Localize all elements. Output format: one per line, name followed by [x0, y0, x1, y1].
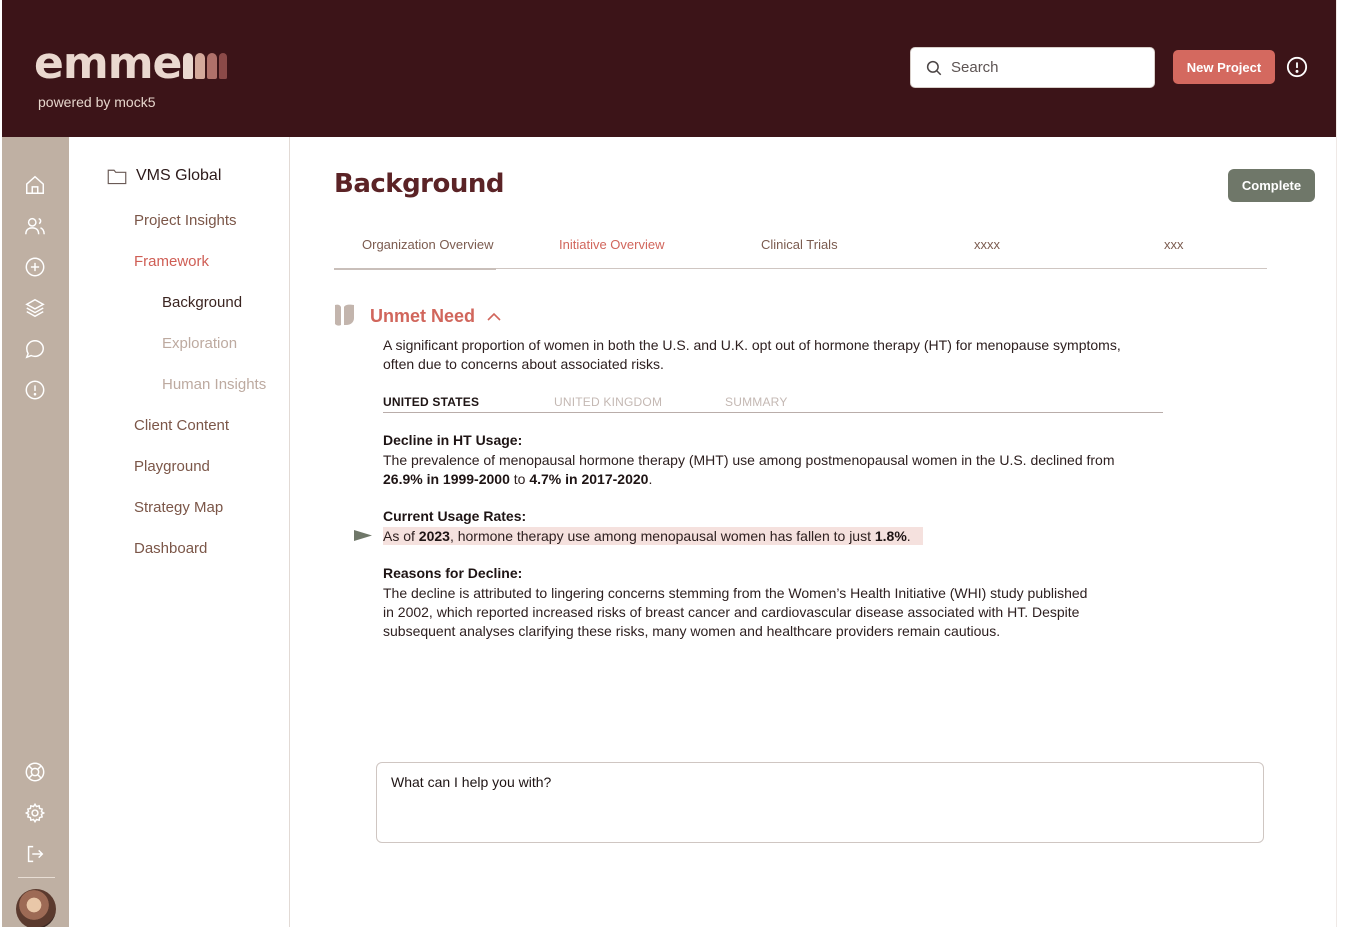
project-folder[interactable]: VMS Global [107, 167, 221, 185]
logo-mark [183, 53, 228, 79]
nav-item-project-insights[interactable]: Project Insights [134, 212, 237, 229]
reasons-line: The decline is attributed to lingering c… [383, 585, 1088, 601]
reasons-heading: Reasons for Decline: [383, 565, 523, 581]
intro-line: A significant proportion of women in bot… [383, 337, 1121, 353]
alert-circle-icon[interactable] [24, 379, 46, 401]
avatar[interactable] [16, 889, 56, 927]
icon-rail [2, 137, 69, 927]
chat-input[interactable] [391, 774, 1249, 829]
current-heading: Current Usage Rates: [383, 508, 527, 524]
layers-icon[interactable] [24, 297, 46, 319]
current-text-end: . [906, 528, 911, 544]
alert-circle-icon[interactable] [1286, 56, 1308, 78]
home-icon[interactable] [24, 174, 46, 196]
secondary-nav: VMS Global Project Insights Framework Ba… [69, 137, 290, 927]
logo-text: emme [34, 38, 182, 89]
reasons-text: The decline is attributed to lingering c… [383, 584, 1173, 641]
search-input[interactable] [951, 59, 1141, 76]
intro-line: often due to concerns about associated r… [383, 356, 664, 372]
rail-divider [18, 877, 55, 878]
decline-stat-1999: 26.9% in 1999-2000 [383, 471, 510, 487]
nav-item-human-insights[interactable]: Human Insights [162, 376, 266, 393]
plus-circle-icon[interactable] [24, 256, 46, 278]
nav-item-dashboard[interactable]: Dashboard [134, 540, 207, 557]
current-year: 2023 [418, 528, 450, 544]
complete-button[interactable]: Complete [1228, 169, 1315, 202]
project-name: VMS Global [136, 167, 222, 184]
page-title: Background [334, 169, 505, 199]
reasons-line: subsequent analyses clarifying these ris… [383, 623, 1001, 639]
logout-icon[interactable] [24, 843, 46, 865]
section-logo-icon [335, 304, 354, 326]
top-header: emme powered by mock5 New Project [2, 0, 1336, 137]
decline-stat-2017: 4.7% in 2017-2020 [529, 471, 649, 487]
current-text: As of 2023, hormone therapy use among me… [383, 527, 1173, 546]
tab-united-states[interactable]: UNITED STATES [383, 395, 479, 409]
pointer-arrow-icon [354, 530, 372, 541]
tab-initiative-overview[interactable]: Initiative Overview [559, 237, 664, 252]
search-icon [926, 60, 942, 75]
decline-text-end: . [648, 471, 653, 487]
logo-subtitle: powered by mock5 [38, 94, 156, 110]
help-lifebuoy-icon[interactable] [24, 761, 46, 783]
message-icon[interactable] [24, 338, 46, 360]
tab-summary[interactable]: SUMMARY [725, 395, 788, 409]
nav-item-framework[interactable]: Framework [134, 253, 209, 270]
decline-text: The prevalence of menopausal hormone the… [383, 451, 1173, 489]
nav-item-client-content[interactable]: Client Content [134, 417, 229, 434]
decline-heading: Decline in HT Usage: [383, 432, 523, 448]
tab-clinical-trials[interactable]: Clinical Trials [761, 237, 838, 252]
main-content: Background Complete Organization Overvie… [290, 137, 1336, 927]
logo[interactable]: emme [34, 38, 228, 89]
tab-bar: Organization Overview Initiative Overvie… [334, 235, 1267, 270]
settings-gear-icon[interactable] [24, 802, 46, 824]
section-title: Unmet Need [370, 306, 476, 326]
current-rate: 1.8% [874, 528, 907, 544]
current-text-prefix: As of [383, 528, 419, 544]
current-text-middle: , hormone therapy use among menopausal w… [449, 528, 875, 544]
nav-item-strategy-map[interactable]: Strategy Map [134, 499, 223, 516]
decline-text-body: The prevalence of menopausal hormone the… [383, 452, 1115, 468]
new-project-button[interactable]: New Project [1173, 50, 1275, 84]
tab-xxx[interactable]: xxx [1164, 237, 1184, 252]
chevron-up-icon [487, 312, 501, 321]
reasons-line: in 2002, which reported increased risks … [383, 604, 1080, 620]
section-intro: A significant proportion of women in bot… [383, 336, 1183, 374]
search-box[interactable] [910, 47, 1155, 88]
tab-underline [334, 268, 496, 270]
region-tabs: UNITED STATES UNITED KINGDOM SUMMARY [383, 394, 1163, 413]
tab-xxxx[interactable]: xxxx [974, 237, 1000, 252]
tab-united-kingdom[interactable]: UNITED KINGDOM [554, 395, 662, 409]
window-edge [1336, 0, 1353, 927]
highlighted-sentence[interactable]: As of 2023, hormone therapy use among me… [383, 527, 923, 545]
users-icon[interactable] [24, 215, 46, 237]
chat-box[interactable] [376, 762, 1264, 843]
nav-item-playground[interactable]: Playground [134, 458, 210, 475]
nav-item-exploration[interactable]: Exploration [162, 335, 237, 352]
nav-item-background[interactable]: Background [162, 294, 242, 311]
section-toggle[interactable]: Unmet Need [370, 306, 501, 327]
decline-text-to: to [513, 471, 526, 487]
folder-icon [107, 169, 127, 184]
tab-organization-overview[interactable]: Organization Overview [362, 237, 494, 252]
